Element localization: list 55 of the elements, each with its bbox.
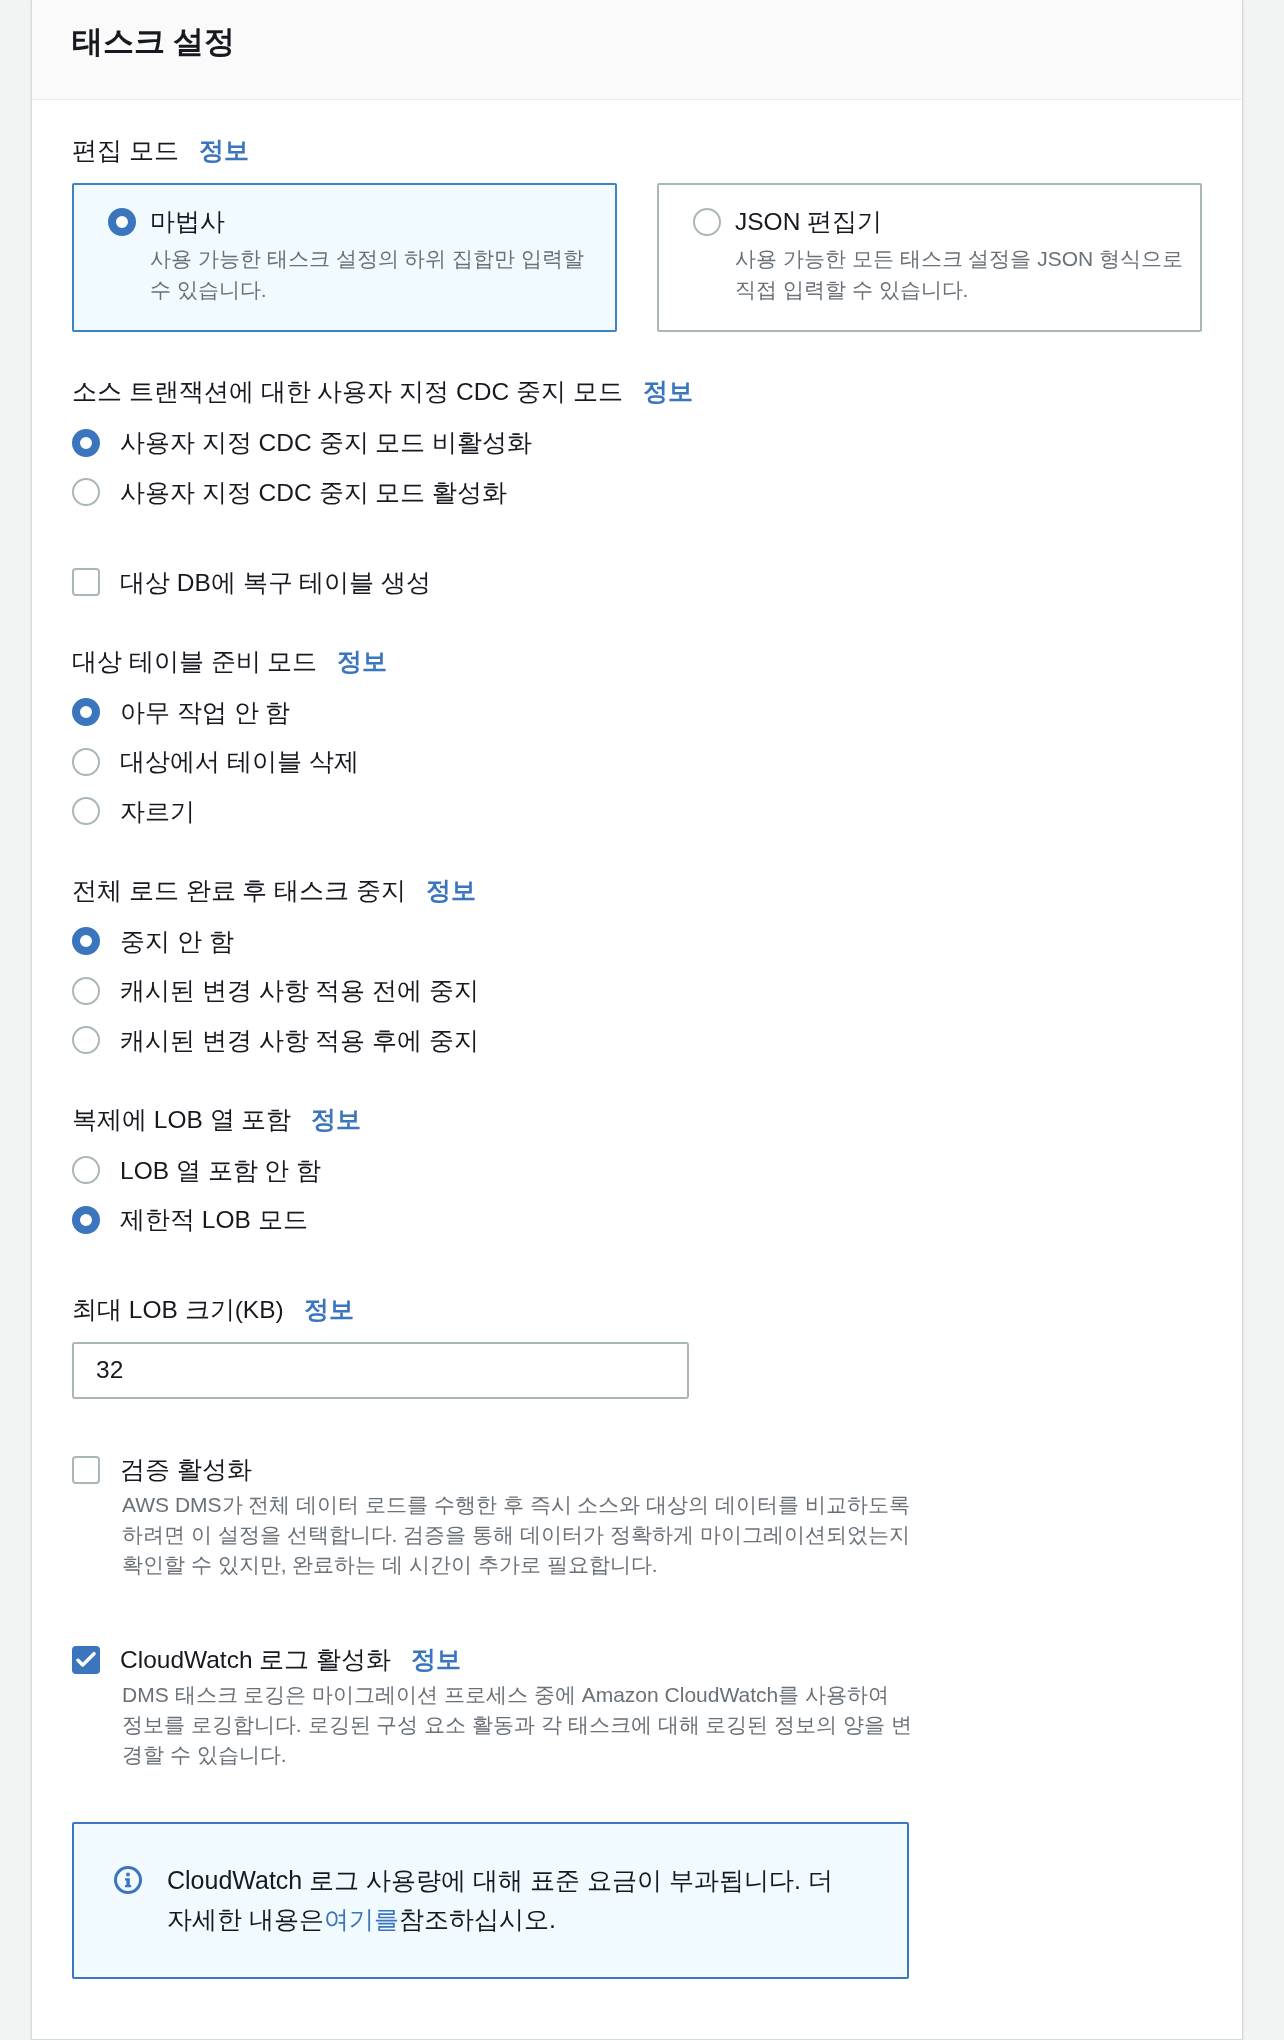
info-link[interactable]: 정보: [337, 644, 388, 679]
field-label: 편집 모드: [72, 136, 179, 166]
checkmark-icon: [76, 1649, 96, 1670]
option-label: 캐시된 변경 사항 적용 후에 중지: [120, 1025, 480, 1056]
checkbox-description: AWS DMS가 전체 데이터 로드를 수행한 후 즉시 소스와 대상의 데이터를 비교하도록 하려면 이 설정을 선택합니다. 검증을 통해 데이터가 정확하게 마이그레이션되었는지 확인할 수 있지만, 완료하는 데 시간이 추가로 필요합니다.: [122, 1491, 911, 1578]
info-link[interactable]: 정보: [426, 873, 477, 908]
tile-description: 사용 가능한 태스크 설정의 하위 집합만 입력할 수 있습니다.: [150, 246, 585, 303]
checkbox-label: CloudWatch 로그 활성화: [120, 1645, 392, 1675]
radio-button[interactable]: [72, 747, 100, 776]
option-label: 캐시된 변경 사항 적용 전에 중지: [120, 976, 480, 1007]
tile-title: JSON 편집기: [735, 207, 884, 237]
info-link[interactable]: 정보: [198, 134, 249, 168]
radio-button[interactable]: [72, 698, 100, 727]
radio-button[interactable]: [108, 208, 136, 236]
field-label: 복제에 LOB 열 포함: [72, 1104, 292, 1135]
tile-description: 사용 가능한 모든 태스크 설정을 JSON 형식으로 직접 입력할 수 있습니다.: [735, 246, 1184, 303]
alert-link[interactable]: 여기를: [323, 1904, 399, 1933]
panel-title: 태스크 설정: [72, 23, 236, 60]
info-link[interactable]: 정보: [311, 1102, 362, 1137]
checkbox[interactable]: [72, 1645, 100, 1674]
mode-tile[interactable]: 마법사 사용 가능한 태스크 설정의 하위 집합만 입력할 수 있습니다.: [72, 183, 617, 332]
alert-text: CloudWatch 로그 사용량에 대해 표준 요금이 부과됩니다. 더 자세한 내용은여기를참조하십시오.: [167, 1864, 834, 1935]
checkbox-description: DMS 태스크 로깅은 마이그레이션 프로세스 중에 Amazon CloudWatch를 사용하여 정보를 로깅합니다. 로깅된 구성 요소 활동과 각 태스크에 대해 로깅된 정보의 양을 변경할 수 있습니다.: [122, 1681, 912, 1768]
option-label: 중지 안 함: [120, 926, 234, 957]
checkbox-label: 대상 DB에 복구 테이블 생성: [120, 567, 432, 598]
radio-button[interactable]: [72, 976, 100, 1005]
radio-button[interactable]: [72, 1156, 100, 1185]
checkbox-label: 검증 활성화: [120, 1455, 252, 1485]
radio-button[interactable]: [72, 927, 100, 956]
info-link[interactable]: 정보: [411, 1643, 462, 1676]
option-label: 사용자 지정 CDC 중지 모드 활성화: [120, 477, 508, 508]
tile-title: 마법사: [150, 207, 226, 237]
option-label: 아무 작업 안 함: [120, 697, 291, 728]
radio-button[interactable]: [72, 428, 100, 457]
option-label: 대상에서 테이블 삭제: [120, 747, 359, 778]
radio-button[interactable]: [72, 478, 100, 507]
radio-button[interactable]: [72, 1205, 100, 1234]
info-link[interactable]: 정보: [642, 375, 693, 409]
field-label: 전체 로드 완료 후 태스크 중지: [72, 875, 407, 906]
radio-button[interactable]: [72, 1026, 100, 1055]
checkbox[interactable]: [72, 1455, 100, 1484]
text-input[interactable]: 32: [72, 1341, 689, 1399]
field-label: 대상 테이블 준비 모드: [72, 646, 318, 677]
option-label: 사용자 지정 CDC 중지 모드 비활성화: [120, 428, 533, 459]
radio-button[interactable]: [72, 797, 100, 826]
checkbox[interactable]: [72, 568, 100, 596]
field-label: 최대 LOB 크기(KB): [72, 1294, 284, 1325]
info-link[interactable]: 정보: [303, 1292, 354, 1327]
field-label: 소스 트랜잭션에 대한 사용자 지정 CDC 중지 모드: [72, 377, 623, 407]
option-label: 자르기: [120, 796, 195, 827]
info-icon: [114, 1865, 142, 1894]
option-label: 제한적 LOB 모드: [120, 1205, 308, 1236]
option-label: LOB 열 포함 안 함: [120, 1155, 322, 1186]
mode-tile[interactable]: JSON 편집기 사용 가능한 모든 태스크 설정을 JSON 형식으로 직접 입력할 수 있습니다.: [657, 183, 1202, 332]
radio-button[interactable]: [693, 208, 721, 236]
